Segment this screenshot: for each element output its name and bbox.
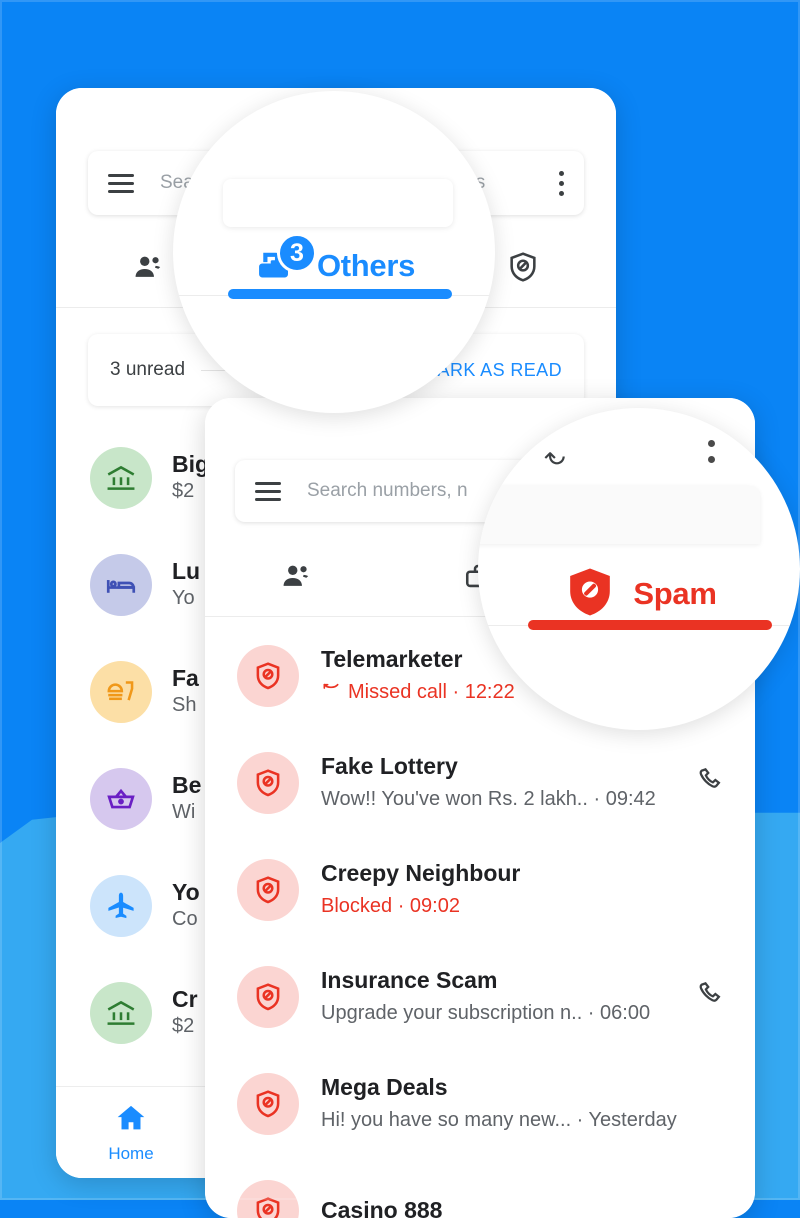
canvas-border <box>0 0 800 1200</box>
